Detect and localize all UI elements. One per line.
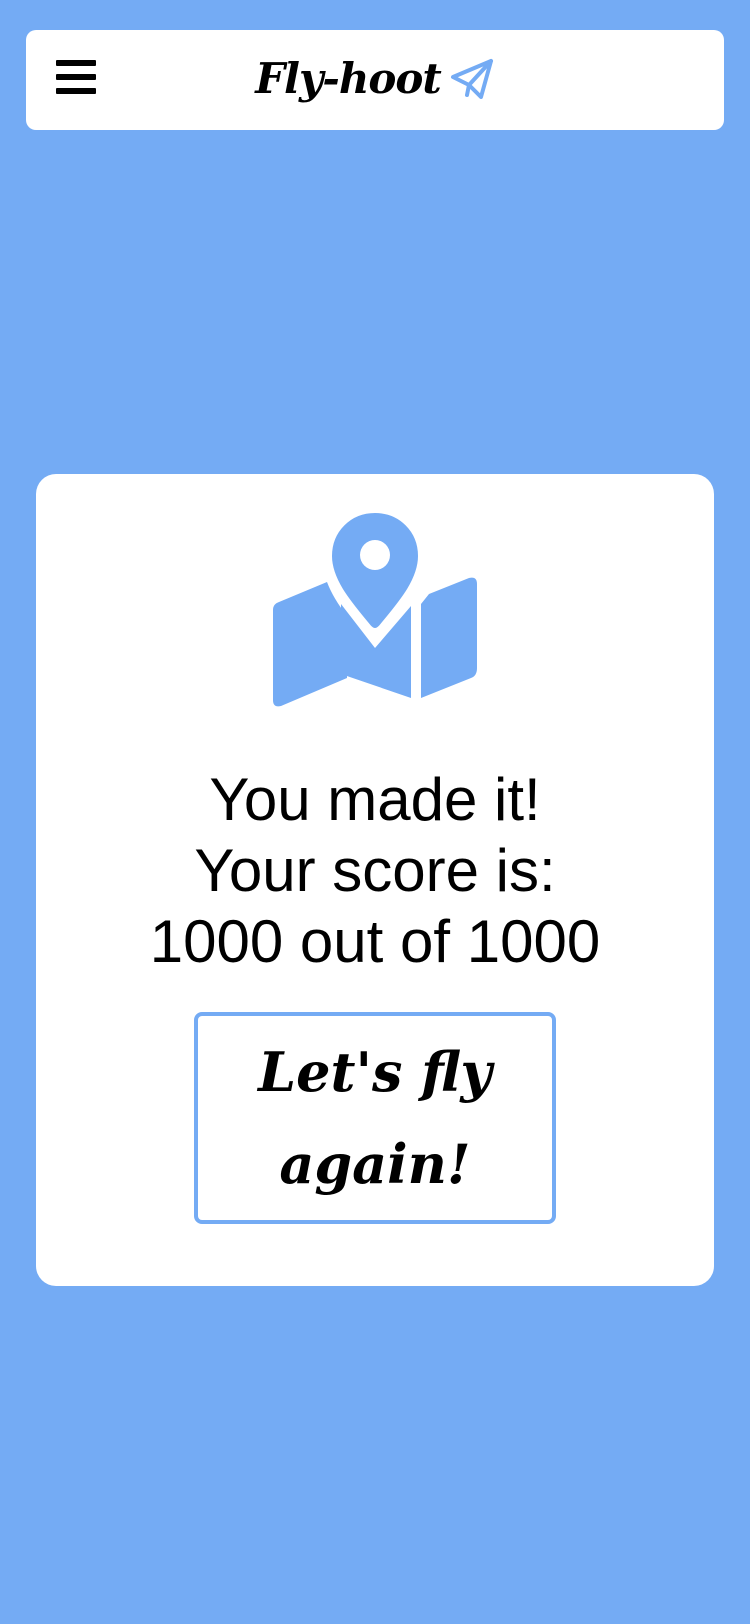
- result-message: You made it! Your score is: 1000 out of …: [36, 764, 714, 977]
- brand-name: Fly-hoot: [255, 54, 442, 103]
- paper-plane-icon: [449, 57, 495, 101]
- brand-logo[interactable]: Fly-hoot: [26, 54, 724, 103]
- top-navbar: Fly-hoot: [26, 30, 724, 130]
- result-card: You made it! Your score is: 1000 out of …: [36, 474, 714, 1286]
- success-text: You made it!: [209, 766, 541, 833]
- fly-again-label: Let's fly again!: [258, 1040, 492, 1196]
- map-location-pin-icon: [36, 510, 714, 710]
- fly-again-button[interactable]: Let's fly again!: [194, 1012, 556, 1224]
- score-label: Your score is:: [194, 837, 556, 904]
- score-value: 1000 out of 1000: [149, 908, 601, 975]
